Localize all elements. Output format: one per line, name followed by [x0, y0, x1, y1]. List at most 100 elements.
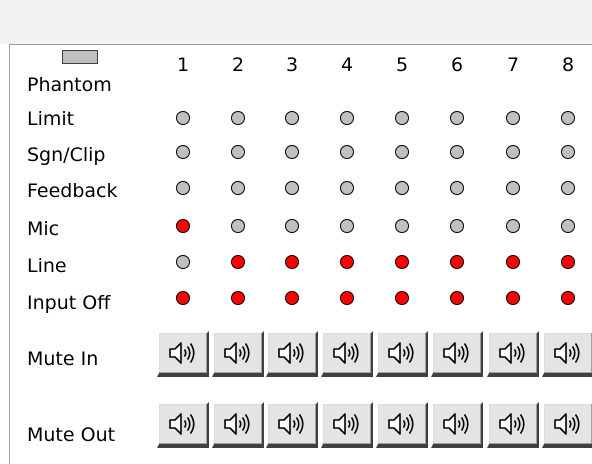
sgn-clip-indicator-icon — [506, 145, 520, 159]
input-off-indicator-icon — [395, 291, 409, 305]
speaker-icon — [442, 340, 472, 366]
mic-indicator-icon — [561, 219, 575, 233]
line-indicator-icon — [285, 255, 299, 269]
speaker-icon — [223, 340, 253, 366]
speaker-icon — [277, 411, 307, 437]
limit-indicator-icon — [176, 111, 190, 125]
feedback-indicator-icon — [340, 181, 354, 195]
mic-indicator-icon — [176, 219, 190, 233]
limit-indicator-icon — [450, 111, 464, 125]
speaker-icon — [387, 340, 417, 366]
speaker-icon — [332, 340, 362, 366]
mute-in-button[interactable] — [542, 331, 592, 377]
line-indicator-icon — [231, 255, 245, 269]
feedback-indicator-icon — [176, 181, 190, 195]
channel-panel — [9, 44, 592, 464]
speaker-icon — [442, 411, 472, 437]
input-off-indicator-icon — [450, 291, 464, 305]
speaker-icon — [332, 411, 362, 437]
input-off-indicator-icon — [561, 291, 575, 305]
sgn-clip-indicator-icon — [450, 145, 464, 159]
mute-out-label: Mute Out — [27, 424, 116, 446]
speaker-icon — [498, 411, 528, 437]
mute-in-button[interactable] — [266, 331, 318, 377]
mute-in-button[interactable] — [376, 331, 428, 377]
sgn-clip-indicator-icon — [561, 145, 575, 159]
limit-indicator-icon — [506, 111, 520, 125]
mic-indicator-icon — [395, 219, 409, 233]
speaker-icon — [498, 340, 528, 366]
line-label: Line — [27, 255, 67, 277]
limit-indicator-icon — [285, 111, 299, 125]
mute-out-button[interactable] — [266, 402, 318, 448]
feedback-indicator-icon — [506, 181, 520, 195]
limit-indicator-icon — [231, 111, 245, 125]
channel-number: 2 — [231, 54, 245, 76]
sgn-clip-indicator-icon — [340, 145, 354, 159]
mic-indicator-icon — [450, 219, 464, 233]
mute-in-label: Mute In — [27, 348, 99, 370]
limit-indicator-icon — [395, 111, 409, 125]
sgn-clip-indicator-icon — [395, 145, 409, 159]
mute-in-button[interactable] — [321, 331, 373, 377]
feedback-label: Feedback — [27, 180, 118, 202]
mute-out-button[interactable] — [376, 402, 428, 448]
mute-in-button[interactable] — [487, 331, 539, 377]
mute-out-button[interactable] — [431, 402, 483, 448]
channel-number: 6 — [450, 54, 464, 76]
line-indicator-icon — [395, 255, 409, 269]
channel-number: 4 — [340, 54, 354, 76]
mute-in-button[interactable] — [431, 331, 483, 377]
limit-label: Limit — [27, 108, 75, 130]
phantom-switch-icon[interactable] — [62, 50, 98, 64]
input-off-indicator-icon — [176, 291, 190, 305]
speaker-icon — [553, 411, 583, 437]
channel-number: 3 — [285, 54, 299, 76]
speaker-icon — [277, 340, 307, 366]
channel-number: 1 — [176, 54, 190, 76]
line-indicator-icon — [561, 255, 575, 269]
mic-label: Mic — [27, 218, 60, 240]
phantom-label: Phantom — [27, 74, 112, 96]
mute-in-button[interactable] — [157, 331, 209, 377]
feedback-indicator-icon — [450, 181, 464, 195]
speaker-icon — [223, 411, 253, 437]
title-bar — [0, 0, 592, 44]
mute-out-button[interactable] — [487, 402, 539, 448]
speaker-icon — [168, 340, 198, 366]
limit-indicator-icon — [561, 111, 575, 125]
channel-number: 5 — [395, 54, 409, 76]
input-off-indicator-icon — [506, 291, 520, 305]
line-indicator-icon — [506, 255, 520, 269]
feedback-indicator-icon — [395, 181, 409, 195]
input-off-label: Input Off — [27, 292, 111, 314]
mic-indicator-icon — [231, 219, 245, 233]
feedback-indicator-icon — [285, 181, 299, 195]
mute-out-button[interactable] — [542, 402, 592, 448]
speaker-icon — [168, 411, 198, 437]
mute-out-button[interactable] — [212, 402, 264, 448]
input-off-indicator-icon — [231, 291, 245, 305]
limit-indicator-icon — [340, 111, 354, 125]
feedback-indicator-icon — [561, 181, 575, 195]
feedback-indicator-icon — [231, 181, 245, 195]
speaker-icon — [553, 340, 583, 366]
mic-indicator-icon — [285, 219, 299, 233]
sgn-clip-indicator-icon — [176, 145, 190, 159]
input-off-indicator-icon — [340, 291, 354, 305]
speaker-icon — [387, 411, 417, 437]
mic-indicator-icon — [340, 219, 354, 233]
mute-out-button[interactable] — [157, 402, 209, 448]
line-indicator-icon — [340, 255, 354, 269]
channel-number: 7 — [506, 54, 520, 76]
channel-number: 8 — [561, 54, 575, 76]
sgn-clip-indicator-icon — [231, 145, 245, 159]
line-indicator-icon — [450, 255, 464, 269]
mute-out-button[interactable] — [321, 402, 373, 448]
mic-indicator-icon — [506, 219, 520, 233]
input-off-indicator-icon — [285, 291, 299, 305]
mute-in-button[interactable] — [212, 331, 264, 377]
sgn-clip-indicator-icon — [285, 145, 299, 159]
line-indicator-icon — [176, 255, 190, 269]
sgn-clip-label: Sgn/Clip — [27, 144, 106, 166]
